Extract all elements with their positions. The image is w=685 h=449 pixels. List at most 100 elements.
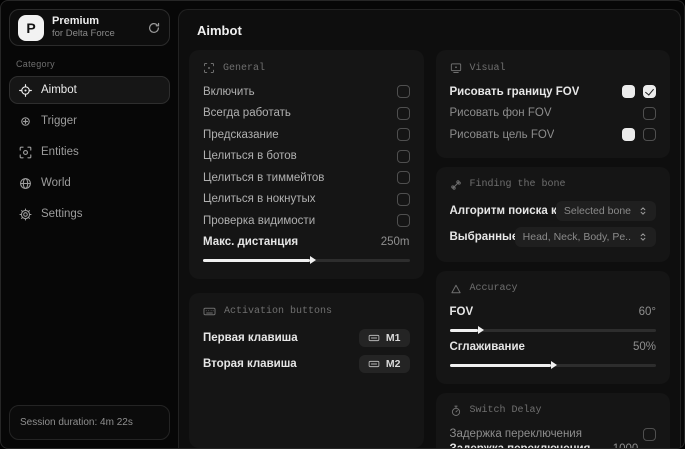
checkbox[interactable] (396, 128, 410, 142)
toggle-label: Целиться в нокнутых (203, 193, 316, 206)
toggle-label: Проверка видимости (203, 214, 316, 227)
app-window: P Premium for Delta Force Category Aimbo… (0, 0, 685, 449)
keybind-button-m1[interactable]: M1 (358, 328, 410, 347)
fov-slider[interactable] (449, 328, 656, 332)
activation-panel: Activation buttons Первая клавиша M1 Вто… (189, 292, 424, 448)
bone-algorithm-select[interactable]: Selected bone (555, 200, 656, 221)
bone-header-label: Finding the bone (469, 179, 566, 190)
toggle-row: Всегда работать (203, 103, 410, 125)
sidebar: P Premium for Delta Force Category Aimbo… (1, 1, 178, 448)
trigger-crosshair-icon (19, 115, 32, 128)
slider-fill (203, 258, 311, 262)
gear-icon (19, 207, 32, 221)
visual-controls (643, 106, 656, 120)
unfold-icon (638, 206, 648, 216)
max-distance-slider[interactable] (203, 258, 410, 262)
smoothing-slider[interactable] (449, 363, 656, 367)
sidebar-item-label: Entities (41, 146, 79, 158)
sidebar-item-trigger[interactable]: Trigger (9, 107, 170, 135)
visual-row: Рисовать границу FOV (449, 81, 656, 103)
unfold-icon (638, 232, 648, 242)
category-label: Category (16, 59, 55, 69)
accuracy-panel: Accuracy FOV 60° Сглаживание 50% (435, 270, 670, 384)
smoothing-row: Сглаживание 50% (450, 337, 657, 357)
general-panel-header: General (203, 62, 410, 74)
smoothing-value: 50% (632, 340, 656, 353)
premium-texts: Premium for Delta Force (52, 15, 115, 41)
key-icon (368, 358, 380, 370)
max-distance-label: Макс. дистанция (203, 235, 299, 248)
checkbox[interactable] (643, 106, 656, 120)
globe-icon (19, 177, 32, 190)
checkbox[interactable] (396, 171, 410, 185)
bone-icon (450, 179, 462, 191)
color-swatch[interactable] (622, 128, 635, 142)
toggle-row: Включить (203, 81, 410, 103)
keybind-row: Вторая клавиша M2 (203, 351, 410, 377)
visual-row: Рисовать цель FOV (449, 124, 656, 146)
stopwatch-icon (450, 405, 462, 417)
fov-row: FOV 60° (450, 302, 657, 322)
activation-panel-header: Activation buttons (203, 305, 410, 318)
accuracy-panel-header: Accuracy (450, 283, 657, 295)
columns: General Включить Всегда работать Предска… (179, 50, 680, 448)
toggle-label: Целиться в тиммейтов (203, 171, 325, 184)
session-duration: Session duration: 4m 22s (9, 405, 170, 440)
refresh-icon[interactable] (147, 21, 161, 35)
visual-row: Рисовать фон FOV (450, 103, 656, 125)
sidebar-item-entities[interactable]: Entities (9, 138, 170, 166)
bone-panel-header: Finding the bone (450, 179, 657, 191)
bone-row: Алгоритм поиска кост Selected bone (450, 198, 656, 224)
switch-delay-toggle-label: Задержка переключения (449, 428, 582, 441)
max-distance-value: 250m (380, 235, 410, 248)
visual-label: Рисовать цель FOV (449, 128, 555, 141)
toggle-row: Целиться в нокнутых (203, 189, 410, 211)
checkbox[interactable] (396, 149, 410, 163)
main-panel: Aimbot General Включить Всегда работать … (178, 9, 681, 448)
sidebar-item-label: Aimbot (41, 84, 77, 96)
visual-label: Рисовать границу FOV (449, 85, 580, 98)
checkbox[interactable] (396, 192, 410, 206)
sidebar-item-settings[interactable]: Settings (9, 200, 170, 228)
switch-delay-panel: Switch Delay Задержка переключения Задер… (435, 392, 670, 448)
toggle-label: Целиться в ботов (203, 150, 297, 163)
toggle-row: Проверка видимости (203, 210, 410, 232)
keybind-button-m2[interactable]: M2 (358, 354, 410, 373)
color-swatch[interactable] (622, 85, 635, 99)
toggle-row: Целиться в тиммейтов (203, 167, 410, 189)
selected-bones-select[interactable]: Head, Neck, Body, Pe.. (514, 226, 656, 247)
checkbox[interactable] (396, 214, 410, 228)
page-title: Aimbot (197, 23, 242, 38)
keybind-label: Первая клавиша (203, 331, 298, 344)
smoothing-label: Сглаживание (449, 340, 525, 353)
checkbox[interactable] (643, 427, 656, 441)
slider-fill (449, 363, 551, 367)
checkbox[interactable] (396, 106, 410, 120)
accuracy-header-label: Accuracy (469, 283, 518, 294)
sidebar-item-label: Settings (41, 208, 83, 220)
premium-title: Premium (52, 14, 100, 27)
switch-delay-toggle-row: Задержка переключения (449, 424, 656, 446)
sidebar-item-aimbot[interactable]: Aimbot (9, 76, 170, 104)
visual-controls (622, 128, 656, 142)
checkbox[interactable] (643, 128, 656, 142)
toggle-label: Предсказание (203, 128, 279, 141)
key-icon (368, 332, 380, 344)
keyboard-icon (203, 305, 216, 318)
toggle-row: Целиться в ботов (203, 146, 410, 168)
fov-value: 60° (638, 305, 656, 318)
bone-algorithm-value: Selected bone (563, 204, 631, 217)
keybind-row: Первая клавиша M1 (203, 325, 410, 351)
session-duration-text: Session duration: 4m 22s (20, 417, 133, 428)
bone-label: Выбранные кос (449, 230, 515, 243)
sidebar-item-world[interactable]: World (9, 169, 170, 197)
left-column: General Включить Всегда работать Предска… (189, 50, 424, 448)
sidebar-nav: Aimbot Trigger Entities World Settings (9, 76, 170, 228)
activation-header-label: Activation buttons (224, 305, 333, 317)
bone-panel: Finding the bone Алгоритм поиска кост Se… (435, 166, 670, 262)
toggle-label: Включить (203, 85, 255, 98)
checkbox[interactable] (643, 85, 656, 99)
crosshair-icon (19, 83, 32, 97)
toggle-label: Всегда работать (203, 107, 291, 120)
checkbox[interactable] (396, 85, 410, 99)
